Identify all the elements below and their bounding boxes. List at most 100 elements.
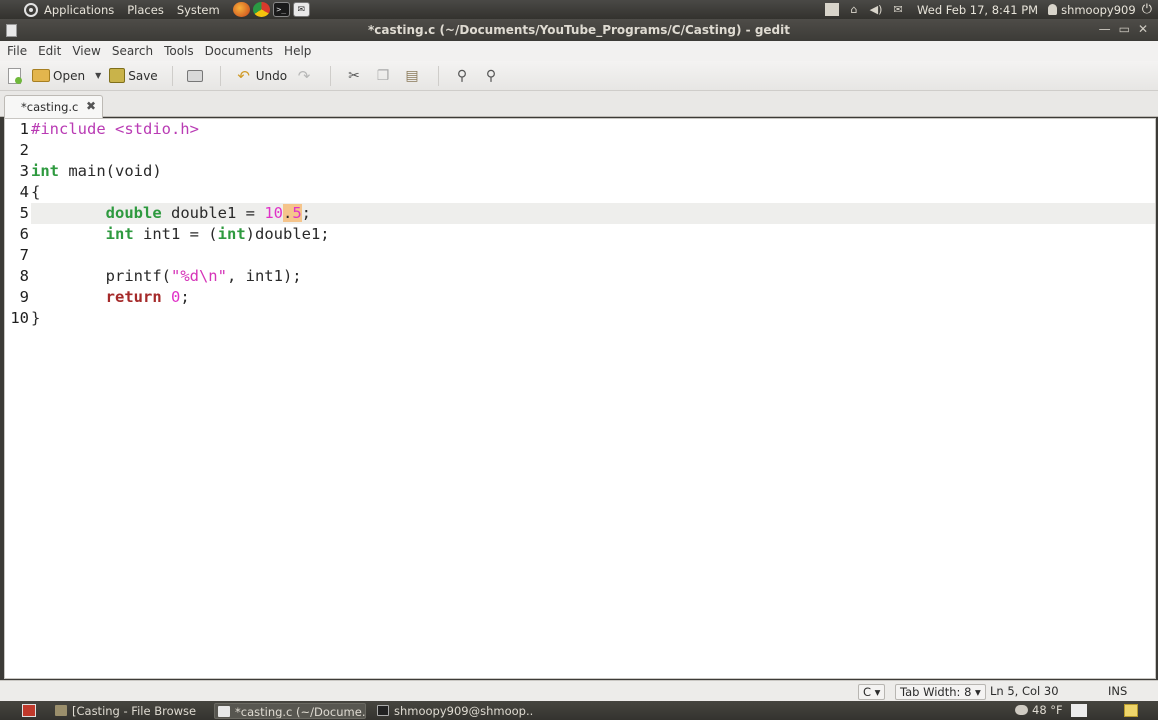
clock[interactable]: Wed Feb 17, 8:41 PM (917, 3, 1038, 17)
code-line[interactable]: printf("%d\n", int1); (31, 266, 1155, 287)
replace-button[interactable]: ⚲ (482, 64, 503, 88)
firefox-launcher-icon[interactable] (232, 2, 250, 17)
menu-applications[interactable]: Applications (44, 3, 114, 17)
power-icon[interactable]: ⏻ (1142, 2, 1152, 17)
code-line[interactable]: return 0; (31, 287, 1155, 308)
trash-icon[interactable] (1071, 704, 1087, 717)
paste-icon: ▤ (405, 67, 419, 84)
taskbar-item-terminal[interactable]: shmoopy909@shmoop... (374, 703, 534, 719)
ubuntu-logo-icon[interactable] (24, 2, 38, 17)
cursor-position: Ln 5, Col 30 (990, 684, 1059, 698)
print-button[interactable] (186, 64, 206, 88)
terminal-icon (377, 705, 389, 716)
code-token: )double1; (245, 225, 330, 243)
line-number: 1 (19, 120, 29, 138)
toolbar-separator (330, 65, 332, 86)
folder-icon (32, 69, 50, 82)
taskbar-item-file-browser[interactable]: [Casting - File Browser] (52, 703, 197, 719)
code-line[interactable] (31, 140, 1155, 161)
code-line[interactable]: int main(void) (31, 161, 1155, 182)
undo-button[interactable]: ↶ Undo (235, 64, 287, 88)
top-panel: Applications Places System >_ ✉ ⌂ ◀) ✉ W… (0, 0, 1158, 19)
network-icon[interactable]: ⌂ (847, 3, 861, 16)
new-button[interactable] (8, 64, 24, 88)
code-token: } (31, 309, 41, 327)
line-number: 5 (19, 204, 29, 222)
maximize-icon[interactable]: ▭ (1119, 22, 1130, 36)
menu-documents[interactable]: Documents (205, 44, 273, 58)
keyboard-indicator-icon[interactable] (825, 3, 840, 16)
code-line[interactable]: { (31, 182, 1155, 203)
menu-edit[interactable]: Edit (38, 44, 61, 58)
mail-launcher-icon[interactable]: ✉ (292, 2, 310, 17)
menu-places[interactable]: Places (127, 3, 164, 17)
code-token: 0 (171, 288, 181, 306)
tab-width-label: Tab Width: 8 (900, 685, 972, 699)
code-line[interactable]: #include <stdio.h> (31, 119, 1155, 140)
redo-button[interactable]: ↷ (295, 64, 316, 88)
document-tabbar: *casting.c ✖ (0, 91, 1158, 118)
code-line[interactable]: int int1 = (int)double1; (31, 224, 1155, 245)
language-selector[interactable]: C ▾ (858, 684, 886, 700)
code-token: { (31, 183, 41, 201)
code-line[interactable]: double double1 = 10.5; (31, 203, 1155, 224)
insert-mode: INS (1108, 684, 1128, 698)
volume-icon[interactable]: ◀) (869, 3, 883, 16)
close-window-icon[interactable]: ✕ (1138, 22, 1148, 36)
mail-indicator-icon[interactable]: ✉ (891, 3, 905, 16)
code-token: int (105, 225, 134, 243)
cloud-icon (1015, 705, 1028, 715)
menu-help[interactable]: Help (284, 44, 311, 58)
window-titlebar[interactable]: *casting.c (~/Documents/YouTube_Programs… (0, 19, 1158, 41)
close-tab-icon[interactable]: ✖ (86, 99, 96, 113)
undo-label: Undo (255, 68, 288, 83)
taskbar-item-gedit[interactable]: *casting.c (~/Docume... (214, 703, 366, 719)
terminal-launcher-icon[interactable]: >_ (272, 2, 290, 17)
code-line[interactable]: } (31, 308, 1155, 329)
line-number: 2 (19, 141, 29, 159)
weather-applet[interactable]: 48 °F (1015, 703, 1063, 717)
sticky-notes-icon[interactable] (1124, 704, 1138, 717)
code-token: return (105, 288, 162, 306)
search-icon: ⚲ (456, 67, 468, 84)
minimize-icon[interactable]: — (1099, 22, 1111, 36)
menu-view[interactable]: View (72, 44, 100, 58)
menu-search[interactable]: Search (112, 44, 153, 58)
code-token: double (105, 204, 162, 222)
save-icon (109, 68, 126, 83)
find-button[interactable]: ⚲ (453, 64, 474, 88)
menu-system[interactable]: System (177, 3, 220, 17)
task-label: *casting.c (~/Docume... (235, 705, 366, 719)
open-button[interactable]: Open ▼ (32, 64, 101, 88)
copy-button[interactable]: ❐ (374, 64, 395, 88)
new-document-icon (8, 67, 22, 84)
open-recent-dropdown-icon[interactable]: ▼ (95, 71, 101, 80)
menubar: File Edit View Search Tools Documents He… (0, 41, 1158, 61)
cut-button[interactable]: ✂ (345, 64, 366, 88)
code-token: printf( (31, 267, 171, 285)
save-label: Save (128, 68, 158, 83)
user-menu[interactable]: shmoopy909 (1048, 3, 1136, 17)
save-button[interactable]: Save (109, 64, 158, 88)
code-line[interactable] (31, 245, 1155, 266)
line-number: 6 (19, 225, 29, 243)
code-area[interactable]: #include <stdio.h> int main(void){ doubl… (31, 119, 1155, 329)
task-label: [Casting - File Browser] (72, 704, 197, 718)
tab-width-selector[interactable]: Tab Width: 8 ▾ (895, 684, 986, 700)
code-token: ; (301, 204, 312, 222)
menu-file[interactable]: File (7, 44, 27, 58)
code-token: int1 = ( (133, 225, 218, 243)
code-token: , int1); (226, 267, 302, 285)
paste-button[interactable]: ▤ (403, 64, 424, 88)
code-token: #include <stdio.h> (31, 120, 199, 138)
show-desktop-icon[interactable] (22, 704, 36, 717)
text-editor[interactable]: 1 2 3 4 5 6 7 8 9 10 #include <stdio.h> … (4, 118, 1156, 679)
tab-casting-c[interactable]: *casting.c ✖ (4, 95, 103, 118)
menu-tools[interactable]: Tools (164, 44, 194, 58)
chrome-launcher-icon[interactable] (252, 2, 270, 17)
cut-icon: ✂ (348, 67, 360, 84)
open-label: Open (53, 68, 86, 83)
weather-temperature: 48 °F (1032, 703, 1063, 717)
